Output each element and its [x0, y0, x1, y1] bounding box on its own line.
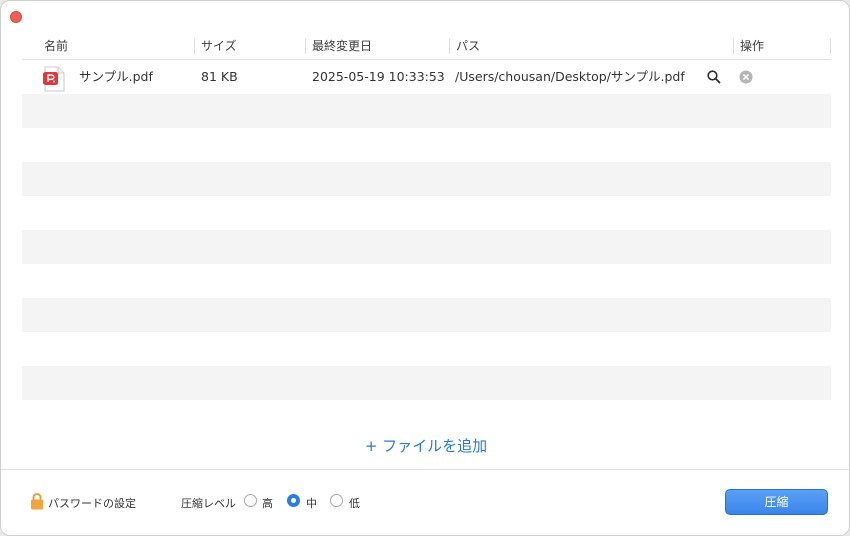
empty-row [22, 366, 831, 400]
column-divider[interactable] [733, 39, 734, 54]
lock-icon[interactable] [30, 492, 44, 510]
column-divider [830, 39, 831, 54]
file-path: /Users/chousan/Desktop/サンプル.pdf [455, 69, 685, 84]
column-divider[interactable] [449, 39, 450, 54]
empty-row [22, 230, 831, 264]
add-files-link[interactable]: + ファイルを追加 [1, 435, 849, 456]
column-divider[interactable] [194, 39, 195, 54]
empty-row [22, 128, 831, 162]
empty-row [22, 196, 831, 230]
table-header: 名前 サイズ 最終変更日 パス 操作 [22, 34, 831, 60]
file-table: 名前 サイズ 最終変更日 パス 操作 サンプル.pdf 81 KB 2025-0… [22, 34, 831, 400]
footer-bar: パスワードの設定 圧縮レベル 高 中 低 圧縮 [1, 470, 849, 535]
empty-row [22, 298, 831, 332]
compress-button[interactable]: 圧縮 [725, 489, 828, 515]
file-modified: 2025-05-19 10:33:53 [312, 69, 445, 84]
column-header-modified[interactable]: 最終変更日 [312, 34, 372, 59]
level-high-label[interactable]: 高 [262, 495, 273, 511]
empty-row [22, 264, 831, 298]
level-medium-label[interactable]: 中 [306, 495, 317, 511]
remove-icon[interactable] [738, 69, 754, 85]
window-close-button[interactable] [10, 11, 22, 23]
search-icon[interactable] [706, 69, 722, 85]
column-header-name[interactable]: 名前 [44, 34, 68, 59]
app-window: 名前 サイズ 最終変更日 パス 操作 サンプル.pdf 81 KB 2025-0… [0, 0, 850, 536]
empty-row [22, 162, 831, 196]
table-row[interactable]: サンプル.pdf 81 KB 2025-05-19 10:33:53 /User… [22, 60, 831, 94]
file-name: サンプル.pdf [79, 69, 153, 84]
column-header-size[interactable]: サイズ [201, 34, 237, 59]
level-low-label[interactable]: 低 [349, 495, 360, 511]
column-divider[interactable] [305, 39, 306, 54]
column-header-actions[interactable]: 操作 [740, 34, 764, 59]
level-low-radio[interactable] [330, 494, 343, 507]
level-high-radio[interactable] [244, 494, 257, 507]
file-size: 81 KB [201, 69, 238, 84]
empty-row [22, 332, 831, 366]
empty-row [22, 94, 831, 128]
column-header-path[interactable]: パス [456, 34, 480, 59]
pdf-file-icon [43, 66, 65, 92]
password-setting-label[interactable]: パスワードの設定 [48, 495, 136, 511]
compression-level-label: 圧縮レベル [181, 497, 236, 510]
level-medium-radio[interactable] [287, 494, 300, 507]
